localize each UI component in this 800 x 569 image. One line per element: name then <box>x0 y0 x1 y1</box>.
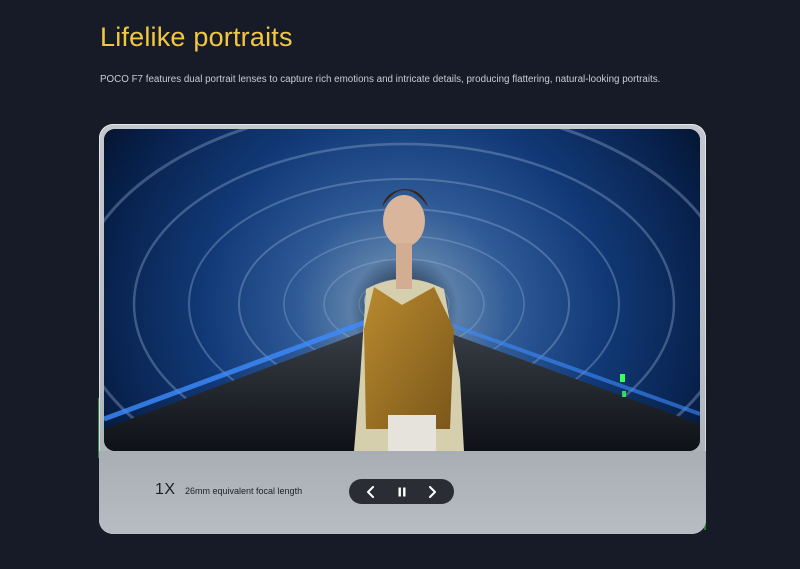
section-title: Lifelike portraits <box>100 22 293 52</box>
portrait-photo <box>104 129 700 451</box>
chevron-left-icon <box>367 485 374 498</box>
pause-icon <box>398 487 405 496</box>
slideshow-controls <box>349 479 454 504</box>
tunnel-portrait-image <box>104 129 700 451</box>
page: Lifelike portraits POCO F7 features dual… <box>0 0 800 569</box>
zoom-level-label: 1X <box>155 481 176 498</box>
chevron-right-icon <box>429 485 436 498</box>
next-slide-button[interactable] <box>422 482 442 502</box>
portrait-slide-card: 1X 26mm equivalent focal length <box>99 124 706 534</box>
slide-caption-bar: 1X 26mm equivalent focal length <box>99 451 706 534</box>
focal-length-label: 26mm equivalent focal length <box>185 486 303 496</box>
previous-slide-button[interactable] <box>361 482 381 502</box>
pause-button[interactable] <box>392 482 412 502</box>
section-description: POCO F7 features dual portrait lenses to… <box>100 74 661 85</box>
